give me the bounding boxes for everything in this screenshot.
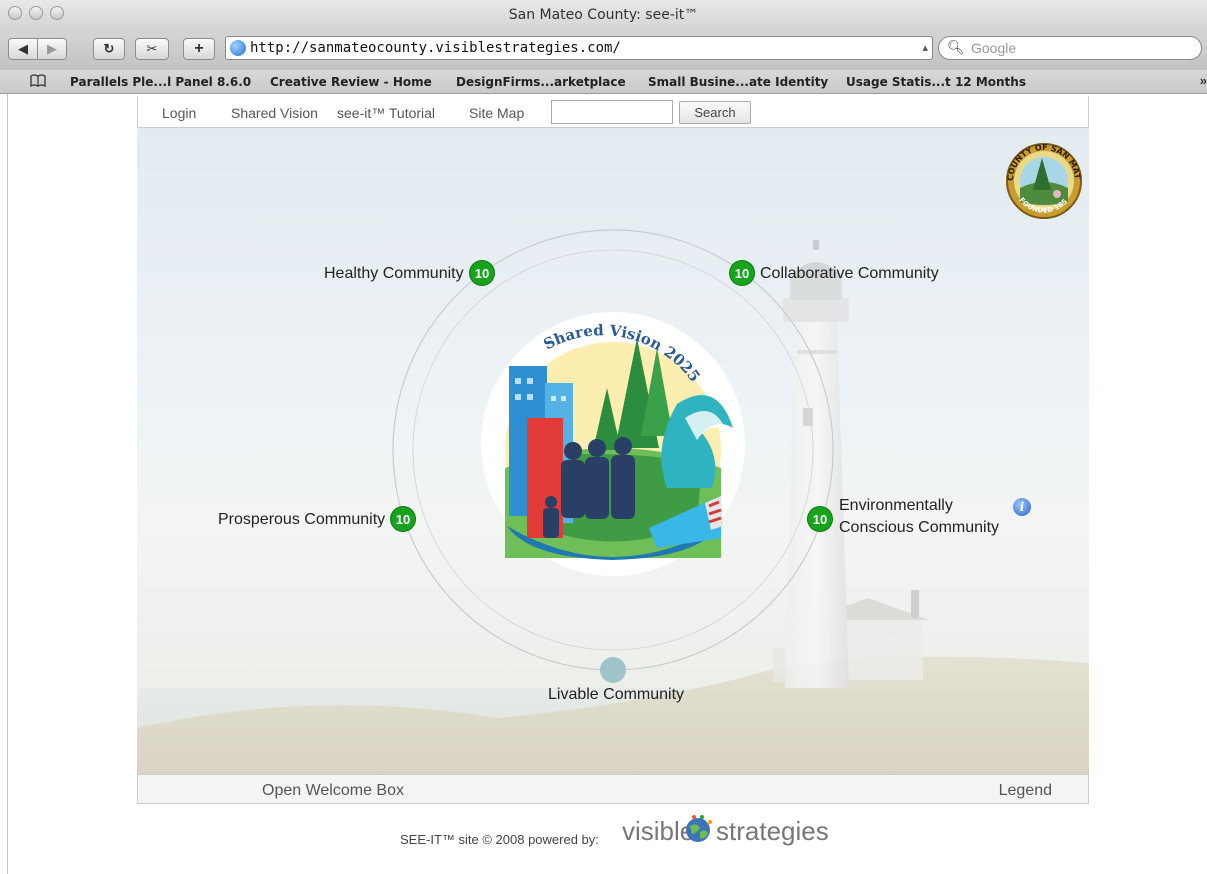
forward-arrow-icon: ▶ [47, 41, 57, 56]
healthy-community-label[interactable]: Healthy Community [324, 265, 464, 283]
snapback-icon[interactable]: ▴ [922, 41, 928, 54]
webclip-icon: ✂ [146, 41, 158, 56]
vision-stage: Shared Vision 2025 COUNTY OF SAN MATEO F… [137, 128, 1089, 774]
site-search-input[interactable] [551, 100, 673, 124]
back-button[interactable]: ◀ [8, 38, 38, 60]
search-icon: 🔍︎ [947, 39, 965, 55]
search-placeholder: Google [971, 40, 1017, 56]
nav-shared-vision-link[interactable]: Shared Vision [231, 105, 318, 121]
svg-text:FOUNDED 1856: FOUNDED 1856 [137, 128, 1069, 215]
lighthouse-illustration [773, 240, 929, 688]
livable-community-dot[interactable] [600, 657, 626, 683]
collaborative-community-label[interactable]: Collaborative Community [760, 265, 939, 283]
prosperous-community-label[interactable]: Prosperous Community [218, 511, 385, 529]
plus-icon: + [194, 40, 204, 57]
back-arrow-icon: ◀ [18, 41, 28, 56]
seal-top-text: COUNTY OF SAN MATEO [137, 128, 1082, 181]
county-seal: COUNTY OF SAN MATEO FOUNDED 1856 [137, 128, 1082, 219]
visible-strategies-wordmark-suffix[interactable]: strategies [716, 816, 829, 847]
bookmark-item[interactable]: DesignFirms...arketplace [456, 75, 626, 89]
browser-toolbar: ◀ ▶ ↻ ✂ + http://sanmateocounty.visibles… [0, 34, 1207, 70]
site-navigation: Login Shared Vision see-it™ Tutorial Sit… [137, 96, 1089, 128]
nav-login-link[interactable]: Login [162, 105, 196, 121]
environmental-community-label-line2[interactable]: Conscious Community [839, 519, 999, 537]
info-icon[interactable]: i [1013, 498, 1031, 516]
globe-icon [230, 40, 246, 56]
add-bookmark-button[interactable]: + [183, 38, 215, 60]
open-welcome-box-link[interactable]: Open Welcome Box [262, 782, 404, 800]
healthy-community-count[interactable]: 10 [470, 261, 494, 285]
url-text: http://sanmateocounty.visiblestrategies.… [250, 40, 621, 56]
shared-vision-emblem[interactable]: Shared Vision 2025 [481, 312, 745, 576]
webclip-button[interactable]: ✂ [135, 38, 169, 60]
bookmark-item[interactable]: Creative Review - Home [270, 75, 432, 89]
globe-logo-icon [686, 815, 712, 842]
bookmark-item[interactable]: Small Busine...ate Identity [648, 75, 828, 89]
livable-community-label[interactable]: Livable Community [548, 686, 684, 704]
prosperous-community-count[interactable]: 10 [391, 507, 415, 531]
nav-tutorial-link[interactable]: see-it™ Tutorial [337, 105, 435, 121]
stage-footer-bar: Open Welcome Box Legend [137, 774, 1089, 804]
environmental-community-label[interactable]: Environmentally [839, 497, 953, 515]
stage-background: Shared Vision 2025 COUNTY OF SAN MATEO F… [137, 128, 1089, 774]
bookmark-item[interactable]: Usage Statis...t 12 Months [846, 75, 1026, 89]
forward-button[interactable]: ▶ [37, 38, 67, 60]
powered-by-text: SEE-IT™ site © 2008 powered by: [400, 832, 599, 847]
site-search-button[interactable]: Search [679, 101, 751, 124]
reload-button[interactable]: ↻ [93, 38, 125, 60]
seal-bottom-text: FOUNDED 1856 [137, 128, 1069, 215]
bookmarks-overflow-button[interactable]: » [1200, 73, 1207, 88]
bookmark-item[interactable]: Parallels Ple...l Panel 8.6.0 [70, 75, 251, 89]
window-titlebar: San Mateo County: see-it™ [0, 0, 1207, 34]
address-bar[interactable]: http://sanmateocounty.visiblestrategies.… [225, 36, 933, 60]
reload-icon: ↻ [103, 41, 115, 56]
svg-text:COUNTY OF SAN MATEO: COUNTY OF SAN MATEO [137, 128, 1082, 181]
bookmarks-book-icon[interactable] [30, 74, 46, 87]
nav-site-map-link[interactable]: Site Map [469, 105, 524, 121]
bookmarks-bar: Parallels Ple...l Panel 8.6.0 Creative R… [0, 70, 1207, 94]
page-border [7, 94, 8, 874]
collaborative-community-count[interactable]: 10 [730, 261, 754, 285]
environmental-community-count[interactable]: 10 [808, 507, 832, 531]
legend-link[interactable]: Legend [999, 782, 1052, 800]
window-title: San Mateo County: see-it™ [508, 7, 699, 23]
browser-search-field[interactable]: 🔍︎ Google [938, 36, 1202, 60]
